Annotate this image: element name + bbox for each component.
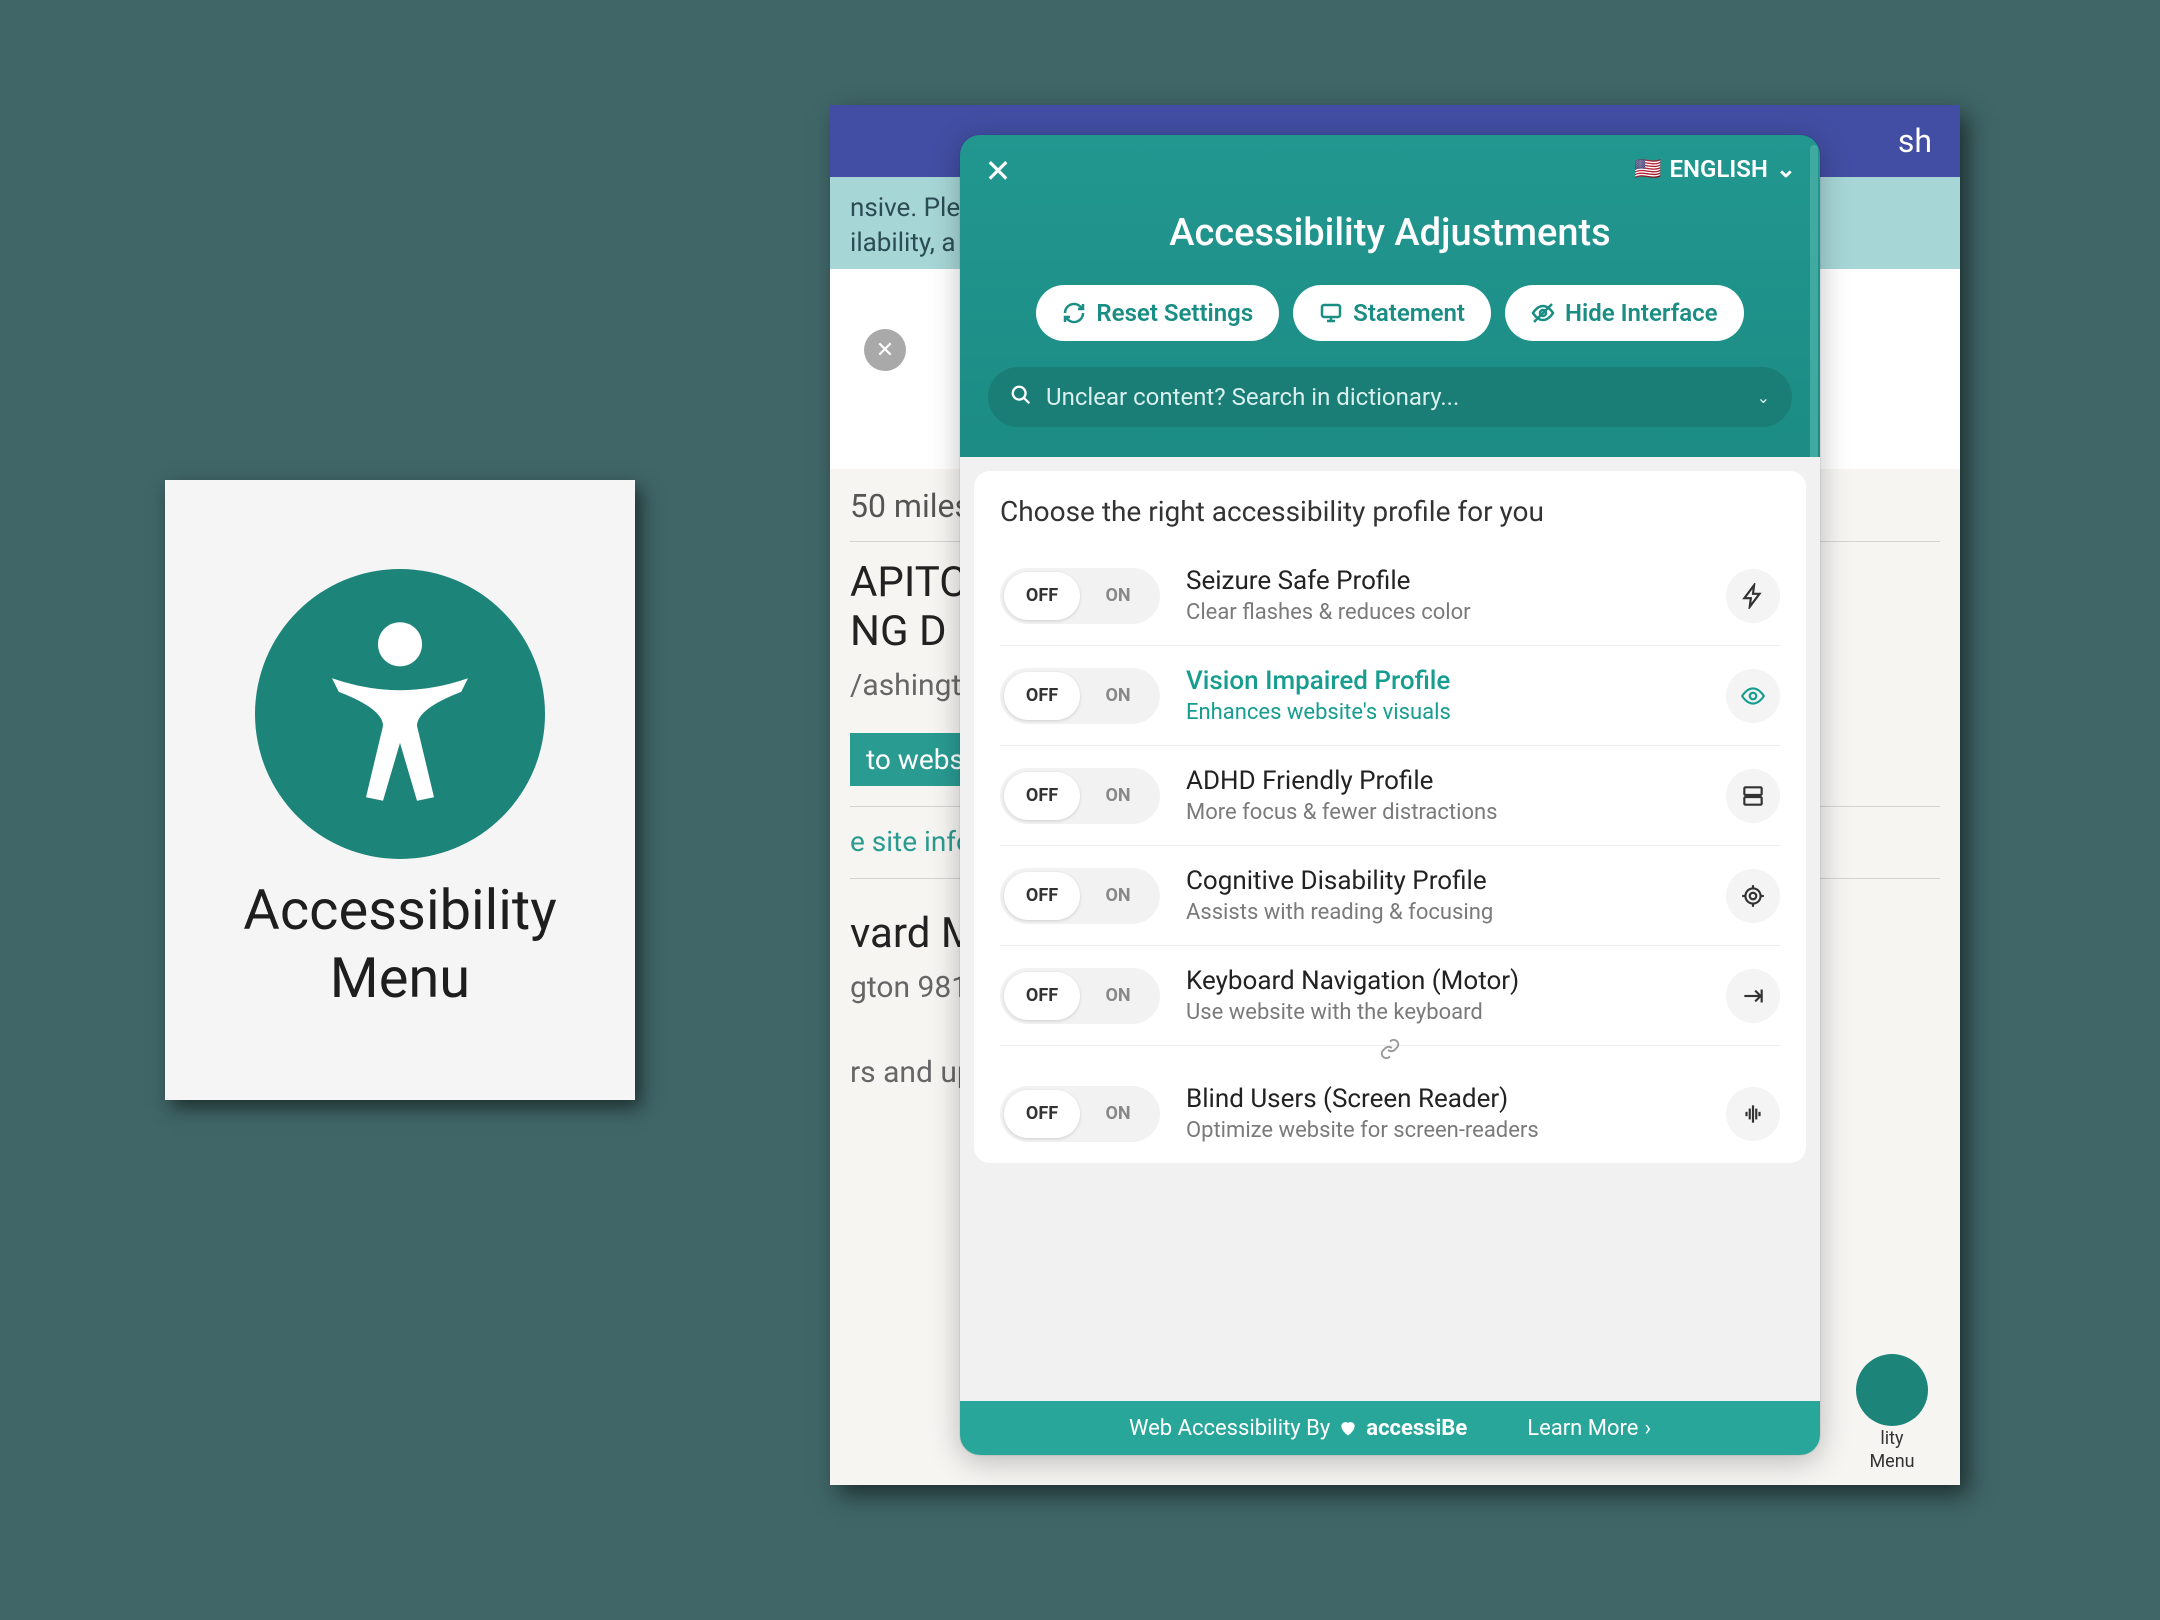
- profile-desc: Use website with the keyboard: [1186, 1000, 1700, 1025]
- modal-body: Choose the right accessibility profile f…: [960, 457, 1820, 1401]
- profiles-title: Choose the right accessibility profile f…: [1000, 495, 1780, 528]
- accessibility-modal: ✕ 🇺🇸 ENGLISH ⌄ Accessibility Adjustments…: [960, 135, 1820, 1455]
- toggle-off[interactable]: OFF: [1004, 872, 1080, 920]
- footer-brand-name: accessiBe: [1366, 1416, 1467, 1441]
- language-label: ENGLISH: [1670, 155, 1768, 183]
- toggle-off[interactable]: OFF: [1004, 572, 1080, 620]
- toggle-on[interactable]: ON: [1080, 972, 1156, 1020]
- profile-row-seizure: OFF ON Seizure Safe Profile Clear flashe…: [1000, 546, 1780, 646]
- profile-name: Cognitive Disability Profile: [1186, 866, 1700, 896]
- statement-label: Statement: [1353, 299, 1465, 327]
- statement-button[interactable]: Statement: [1293, 285, 1491, 341]
- reset-label: Reset Settings: [1096, 299, 1253, 327]
- heart-icon: [1338, 1418, 1358, 1438]
- mini-text-2: Menu: [1842, 1451, 1942, 1473]
- profile-name: ADHD Friendly Profile: [1186, 766, 1700, 796]
- profile-row-adhd: OFF ON ADHD Friendly Profile More focus …: [1000, 746, 1780, 846]
- profile-name: Blind Users (Screen Reader): [1186, 1084, 1700, 1114]
- toggle-blind[interactable]: OFF ON: [1000, 1086, 1160, 1142]
- footer-brand: Web Accessibility By accessiBe: [1129, 1416, 1467, 1441]
- hide-interface-button[interactable]: Hide Interface: [1505, 285, 1744, 341]
- profile-row-cognitive: OFF ON Cognitive Disability Profile Assi…: [1000, 846, 1780, 946]
- modal-footer: Web Accessibility By accessiBe Learn Mor…: [960, 1401, 1820, 1455]
- toggle-off[interactable]: OFF: [1004, 972, 1080, 1020]
- accessibility-label-2: Menu: [330, 945, 470, 1011]
- scrollbar[interactable]: [1808, 135, 1820, 457]
- audio-icon: [1726, 1087, 1780, 1141]
- accessibility-menu-card[interactable]: Accessibility Menu: [165, 480, 635, 1100]
- tab-arrow-icon: [1726, 969, 1780, 1023]
- toggle-on[interactable]: ON: [1080, 672, 1156, 720]
- toggle-on[interactable]: ON: [1080, 872, 1156, 920]
- toggle-on[interactable]: ON: [1080, 1090, 1156, 1138]
- eye-off-icon: [1531, 301, 1555, 325]
- flag-icon: 🇺🇸: [1634, 157, 1661, 182]
- target-icon: [1726, 869, 1780, 923]
- profile-desc: Clear flashes & reduces color: [1186, 600, 1700, 625]
- chevron-right-icon: ›: [1644, 1416, 1651, 1441]
- accessibility-icon: [1856, 1354, 1928, 1426]
- search-icon: [1010, 384, 1032, 410]
- refresh-icon: [1062, 301, 1086, 325]
- link-icon: [1000, 1038, 1780, 1064]
- split-icon: [1726, 769, 1780, 823]
- dictionary-search[interactable]: Unclear content? Search in dictionary...…: [988, 367, 1792, 427]
- accessibility-label-1: Accessibility: [243, 877, 556, 943]
- profile-text: ADHD Friendly Profile More focus & fewer…: [1186, 766, 1700, 825]
- learn-more-label: Learn More: [1527, 1416, 1638, 1441]
- mini-text-1: lity: [1842, 1428, 1942, 1450]
- profile-desc: Optimize website for screen-readers: [1186, 1118, 1700, 1143]
- toggle-off[interactable]: OFF: [1004, 772, 1080, 820]
- right-panel: sh nsive. Plea ilability, a ✕ 50 miles A…: [830, 105, 1960, 1485]
- learn-more-link[interactable]: Learn More ›: [1527, 1416, 1651, 1441]
- action-pills: Reset Settings Statement Hide Interface: [988, 285, 1792, 341]
- toggle-seizure[interactable]: OFF ON: [1000, 568, 1160, 624]
- profile-desc: Assists with reading & focusing: [1186, 900, 1700, 925]
- clear-icon[interactable]: ✕: [864, 329, 906, 371]
- reset-settings-button[interactable]: Reset Settings: [1036, 285, 1279, 341]
- toggle-keyboard[interactable]: OFF ON: [1000, 968, 1160, 1024]
- profile-name: Keyboard Navigation (Motor): [1186, 966, 1700, 996]
- search-placeholder: Unclear content? Search in dictionary...: [1046, 383, 1459, 411]
- profile-name: Seizure Safe Profile: [1186, 566, 1700, 596]
- profile-text: Keyboard Navigation (Motor) Use website …: [1186, 966, 1700, 1025]
- chevron-down-icon: ⌄: [1757, 388, 1770, 407]
- footer-text: Web Accessibility By: [1129, 1416, 1330, 1441]
- profile-name: Vision Impaired Profile: [1186, 666, 1700, 696]
- language-selector[interactable]: 🇺🇸 ENGLISH ⌄: [1634, 155, 1796, 183]
- monitor-icon: [1319, 301, 1343, 325]
- toggle-on[interactable]: ON: [1080, 772, 1156, 820]
- close-icon[interactable]: ✕: [980, 153, 1016, 189]
- toggle-on[interactable]: ON: [1080, 572, 1156, 620]
- profile-text: Vision Impaired Profile Enhances website…: [1186, 666, 1700, 725]
- toggle-off[interactable]: OFF: [1004, 1090, 1080, 1138]
- toggle-cognitive[interactable]: OFF ON: [1000, 868, 1160, 924]
- chevron-down-icon: ⌄: [1776, 155, 1796, 183]
- modal-title: Accessibility Adjustments: [988, 211, 1792, 255]
- profile-row-blind: OFF ON Blind Users (Screen Reader) Optim…: [1000, 1064, 1780, 1163]
- topbar-text: sh: [1898, 122, 1932, 160]
- profile-text: Seizure Safe Profile Clear flashes & red…: [1186, 566, 1700, 625]
- accessibility-icon: [255, 569, 545, 859]
- profile-text: Cognitive Disability Profile Assists wit…: [1186, 866, 1700, 925]
- profiles-card: Choose the right accessibility profile f…: [974, 471, 1806, 1163]
- toggle-off[interactable]: OFF: [1004, 672, 1080, 720]
- modal-header: ✕ 🇺🇸 ENGLISH ⌄ Accessibility Adjustments…: [960, 135, 1820, 457]
- profile-row-vision: OFF ON Vision Impaired Profile Enhances …: [1000, 646, 1780, 746]
- accessibility-menu-mini[interactable]: lity Menu: [1842, 1354, 1942, 1473]
- profile-desc: Enhances website's visuals: [1186, 700, 1700, 725]
- profile-desc: More focus & fewer distractions: [1186, 800, 1700, 825]
- profile-row-keyboard: OFF ON Keyboard Navigation (Motor) Use w…: [1000, 946, 1780, 1046]
- lightning-icon: [1726, 569, 1780, 623]
- toggle-adhd[interactable]: OFF ON: [1000, 768, 1160, 824]
- eye-icon: [1726, 669, 1780, 723]
- hide-label: Hide Interface: [1565, 299, 1718, 327]
- profile-text: Blind Users (Screen Reader) Optimize web…: [1186, 1084, 1700, 1143]
- toggle-vision[interactable]: OFF ON: [1000, 668, 1160, 724]
